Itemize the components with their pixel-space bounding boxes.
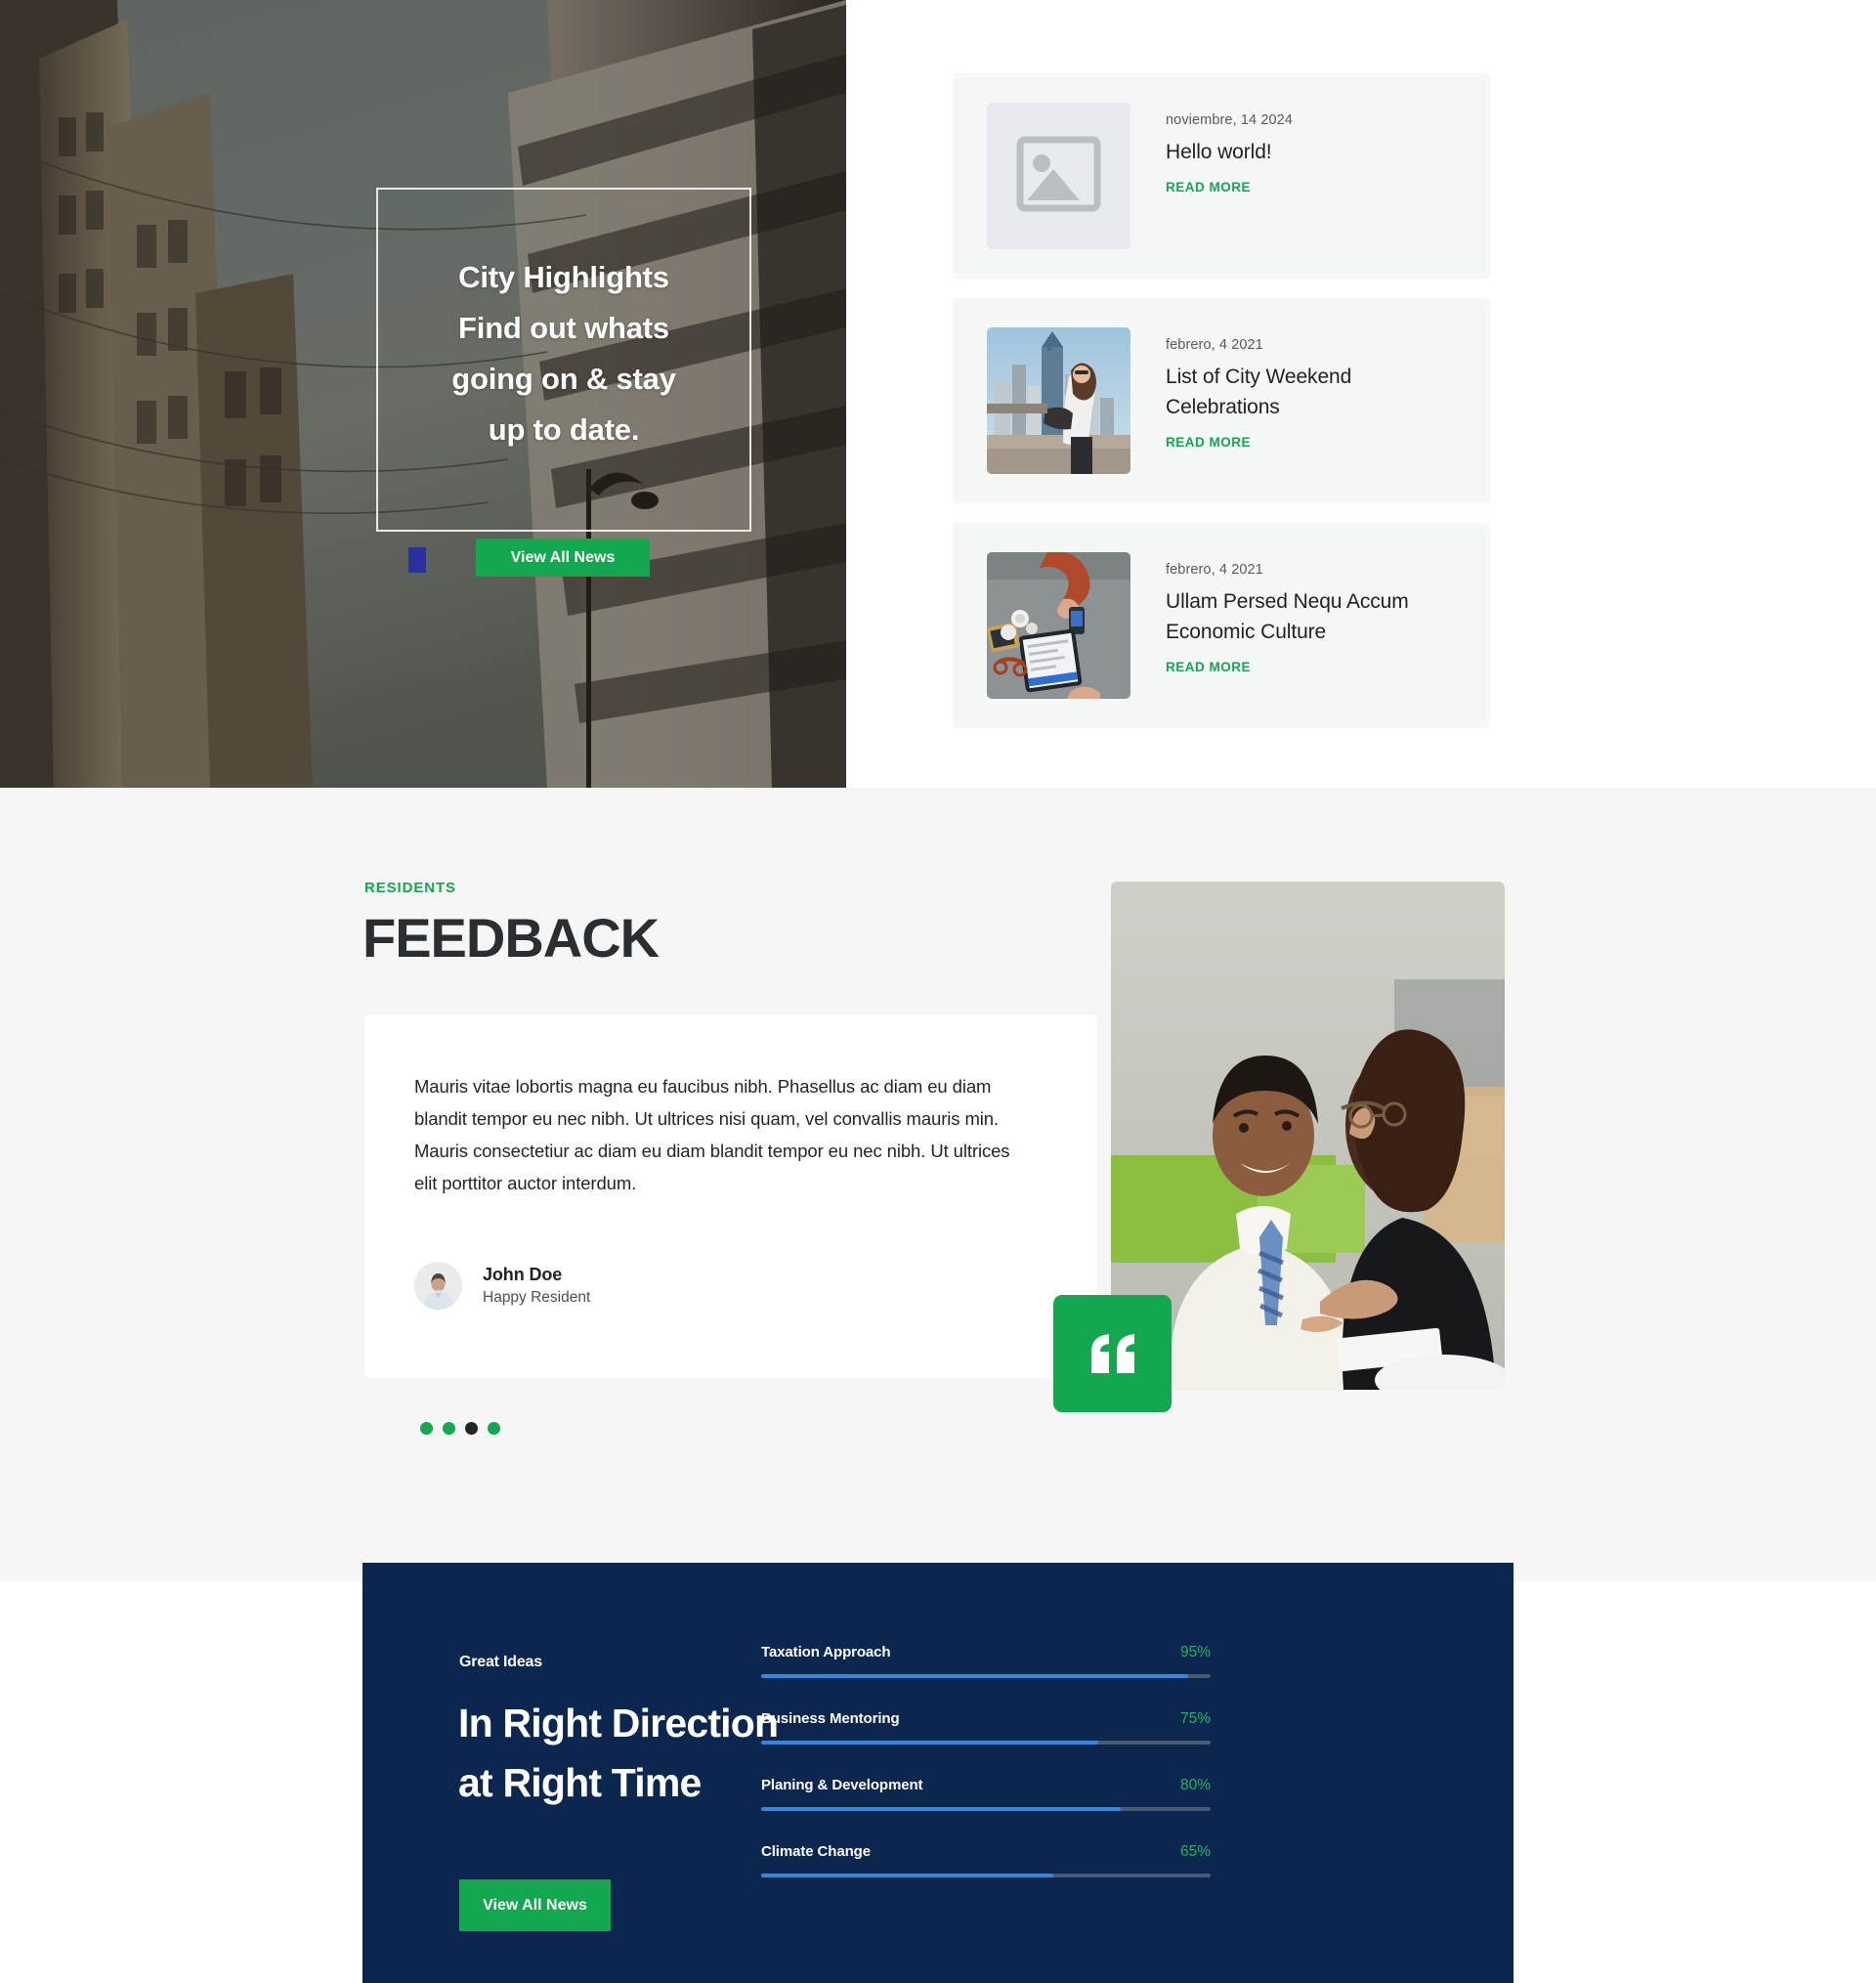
hero-title-line-1: City Highlights: [458, 260, 669, 294]
cta-heading-line-1: In Right Direction: [458, 1701, 779, 1746]
cta-heading-line-2: at Right Time: [458, 1760, 702, 1805]
skill-progress-track: [761, 1807, 1211, 1811]
news-read-more-link[interactable]: READ MORE: [1166, 660, 1251, 674]
skill-item: Taxation Approach 95%: [761, 1644, 1211, 1678]
testimonial-quote: Mauris vitae lobortis magna eu faucibus …: [414, 1076, 1010, 1193]
avatar: [414, 1262, 462, 1310]
skill-progress-track: [761, 1874, 1211, 1877]
cta-eyebrow: Great Ideas: [459, 1654, 542, 1670]
news-card-body: febrero, 4 2021 Ullam Persed Nequ Accum …: [1166, 552, 1490, 676]
news-card[interactable]: febrero, 4 2021 List of City Weekend Cel…: [953, 298, 1490, 503]
carousel-dot[interactable]: [443, 1422, 455, 1435]
news-title: Ullam Persed Nequ Accum Economic Culture: [1166, 590, 1409, 643]
news-title: List of City Weekend Celebrations: [1166, 366, 1352, 418]
feedback-eyebrow: RESIDENTS: [364, 880, 456, 896]
skill-progress-track: [761, 1674, 1211, 1678]
skill-label: Climate Change: [761, 1843, 871, 1860]
skill-header: Business Mentoring 75%: [761, 1710, 1211, 1728]
news-read-more-link[interactable]: READ MORE: [1166, 180, 1251, 194]
skill-percent: 80%: [1179, 1777, 1211, 1793]
page-root: City Highlights Find out whats going on …: [0, 0, 1876, 1983]
skill-label: Business Mentoring: [761, 1710, 900, 1727]
news-thumbnail-placeholder: [987, 103, 1130, 249]
news-card[interactable]: noviembre, 14 2024 Hello world! READ MOR…: [953, 73, 1490, 279]
news-card[interactable]: febrero, 4 2021 Ullam Persed Nequ Accum …: [953, 523, 1490, 728]
carousel-dot[interactable]: [420, 1422, 433, 1435]
skill-percent: 75%: [1179, 1710, 1211, 1727]
skill-label: Planing & Development: [761, 1777, 923, 1793]
skill-item: Climate Change 65%: [761, 1843, 1211, 1877]
hero-view-all-news-button[interactable]: View All News: [476, 539, 650, 577]
cta-view-all-news-button[interactable]: View All News: [459, 1879, 611, 1931]
skill-header: Climate Change 65%: [761, 1843, 1211, 1861]
quote-badge: [1053, 1295, 1172, 1412]
testimonial-carousel-dots[interactable]: [420, 1422, 500, 1435]
skill-header: Planing & Development 80%: [761, 1777, 1211, 1794]
hero-news-section: City Highlights Find out whats going on …: [0, 0, 1876, 788]
news-thumbnail-photo: [987, 552, 1130, 699]
skill-percent: 95%: [1179, 1644, 1211, 1660]
skill-progress-fill: [761, 1741, 1098, 1745]
skill-progress-track: [761, 1741, 1211, 1745]
skill-label: Taxation Approach: [761, 1644, 891, 1660]
news-date: noviembre, 14 2024: [1166, 112, 1293, 128]
skill-percent: 65%: [1179, 1843, 1211, 1860]
skill-progress-fill: [761, 1807, 1121, 1811]
news-date: febrero, 4 2021: [1166, 337, 1263, 353]
skill-item: Business Mentoring 75%: [761, 1710, 1211, 1745]
skills-progress-list: Taxation Approach 95% Business Mentoring…: [761, 1644, 1211, 1910]
news-title: Hello world!: [1166, 141, 1272, 163]
news-card-body: noviembre, 14 2024 Hello world! READ MOR…: [1166, 103, 1490, 196]
skill-item: Planing & Development 80%: [761, 1777, 1211, 1811]
cta-section: Great Ideas In Right Direction at Right …: [362, 1563, 1514, 1983]
hero-title: City Highlights Find out whats going on …: [376, 252, 751, 455]
testimonial-card: Mauris vitae lobortis magna eu faucibus …: [364, 1014, 1097, 1378]
cta-heading: In Right Direction at Right Time: [458, 1694, 779, 1813]
skill-progress-fill: [761, 1874, 1053, 1877]
feedback-heading: FEEDBACK: [362, 907, 660, 969]
hero-title-line-3: going on & stay: [451, 362, 676, 396]
hero-title-line-2: Find out whats: [458, 311, 669, 345]
quote-mark-icon: [1090, 1334, 1134, 1373]
hero-title-line-4: up to date.: [488, 412, 640, 447]
news-card-body: febrero, 4 2021 List of City Weekend Cel…: [1166, 327, 1490, 452]
testimonial-author-text: John Doe Happy Resident: [483, 1263, 590, 1310]
skill-header: Taxation Approach 95%: [761, 1644, 1211, 1661]
testimonial-author-name: John Doe: [483, 1264, 563, 1284]
carousel-dot-active[interactable]: [465, 1422, 478, 1435]
news-list: noviembre, 14 2024 Hello world! READ MOR…: [953, 73, 1490, 748]
news-date: febrero, 4 2021: [1166, 562, 1263, 578]
news-thumbnail-photo: [987, 327, 1130, 474]
testimonial-author-role: Happy Resident: [483, 1288, 591, 1306]
testimonial-author: John Doe Happy Resident: [414, 1262, 590, 1310]
skill-progress-fill: [761, 1674, 1188, 1678]
news-read-more-link[interactable]: READ MORE: [1166, 435, 1251, 450]
carousel-dot[interactable]: [488, 1422, 500, 1435]
